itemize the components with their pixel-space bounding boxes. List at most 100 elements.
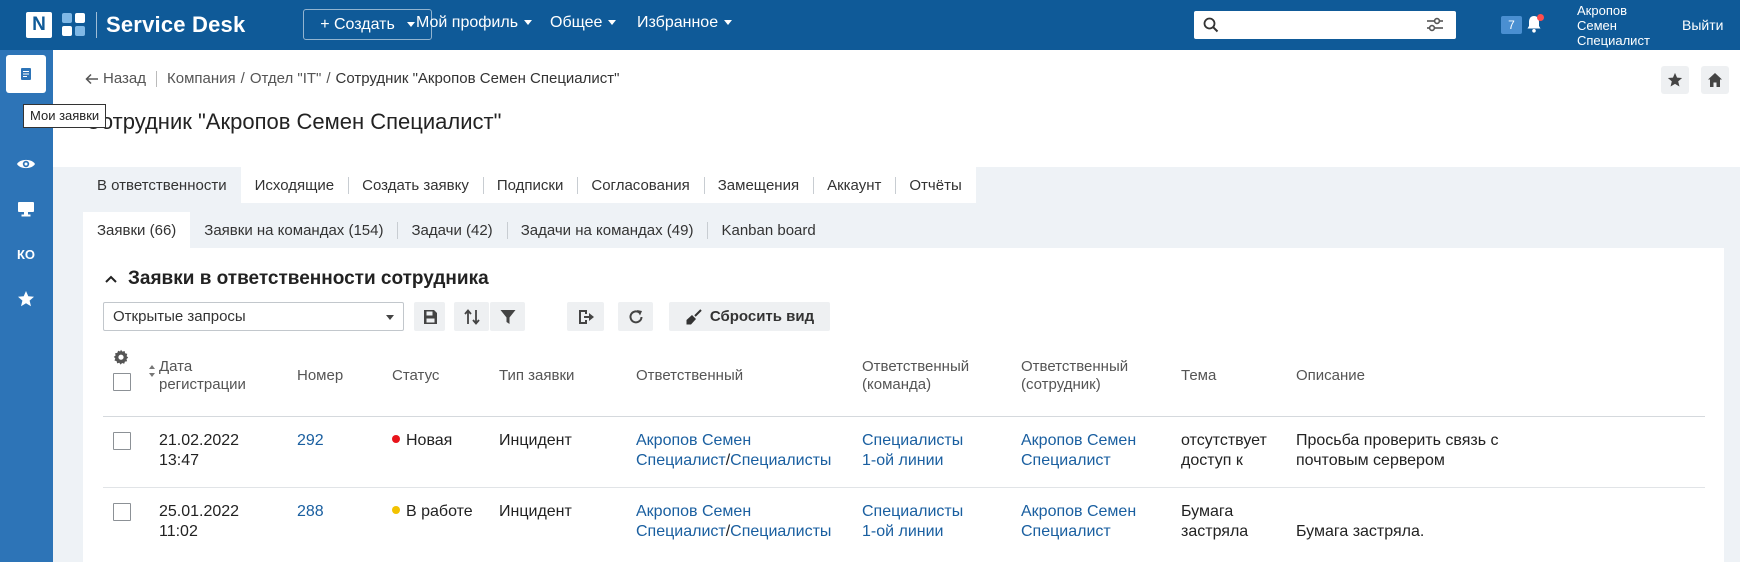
col-header-description[interactable]: Описание: [1296, 367, 1365, 385]
tab-account[interactable]: Аккаунт: [813, 167, 895, 203]
cell-number-link[interactable]: 292: [297, 431, 324, 451]
responsible-team-link[interactable]: Специалисты: [730, 452, 831, 469]
panel-header[interactable]: Заявки в ответственности сотрудника: [104, 268, 489, 290]
tab-label: Аккаунт: [827, 176, 882, 194]
cell-line: 25.01.2022: [159, 503, 240, 520]
sort-button[interactable]: [454, 302, 489, 331]
cell-line: доступ к: [1181, 452, 1243, 469]
tab-responsibility[interactable]: В ответственности: [83, 167, 241, 203]
nav-general-label: Общее: [550, 14, 603, 31]
save-view-button[interactable]: [414, 302, 445, 331]
select-all-checkbox[interactable]: [113, 373, 131, 391]
row-checkbox[interactable]: [113, 432, 131, 450]
col-header-responsible[interactable]: Ответственный: [636, 367, 743, 385]
responsible-user-link[interactable]: Акропов Семен: [636, 503, 751, 520]
logo-n-icon: N: [26, 12, 52, 38]
cell-line: 1-ой линии: [862, 452, 944, 469]
col-header-number[interactable]: Номер: [297, 367, 343, 385]
cell-resp-team-link[interactable]: Специалисты 1-ой линии: [862, 431, 963, 471]
subtab-tasks[interactable]: Задачи (42): [397, 212, 506, 248]
reset-view-button[interactable]: Сбросить вид: [669, 302, 830, 331]
cell-resp-employee-link[interactable]: Акропов Семен Специалист: [1021, 502, 1136, 542]
chevron-down-icon: [524, 20, 533, 26]
tab-reports[interactable]: Отчёты: [895, 167, 975, 203]
tab-outgoing[interactable]: Исходящие: [241, 167, 349, 203]
responsible-user-link[interactable]: Акропов Семен: [636, 432, 751, 449]
col-header-resp-team[interactable]: Ответственный (команда): [862, 358, 969, 394]
create-button[interactable]: + Создать: [303, 9, 432, 40]
col-header-date[interactable]: Дата регистрации: [159, 358, 246, 394]
user-profile-name[interactable]: Акропов Семен Специалист: [1577, 3, 1667, 48]
favorite-button[interactable]: [1661, 66, 1689, 94]
cell-number-link[interactable]: 288: [297, 502, 324, 522]
tab-create-request[interactable]: Создать заявку: [348, 167, 483, 203]
filter-select[interactable]: Открытые запросы: [103, 302, 404, 331]
breadcrumb-slash: /: [240, 70, 245, 87]
filter-settings-icon[interactable]: [1426, 17, 1444, 33]
sidebar-item-favorites[interactable]: [6, 280, 46, 318]
subtab-team-tasks[interactable]: Задачи на командах (49): [506, 212, 708, 248]
row-checkbox[interactable]: [113, 503, 131, 521]
back-link[interactable]: Назад: [85, 70, 146, 87]
cell-line: Акропов Семен: [636, 502, 831, 522]
col-header-resp-employee[interactable]: Ответственный (сотрудник): [1021, 358, 1128, 394]
notification-dot: [1537, 14, 1544, 21]
refresh-button[interactable]: [618, 302, 653, 331]
cell-line: Акропов Семен: [636, 431, 831, 451]
cell-resp-employee-link[interactable]: Акропов Семен Специалист: [1021, 431, 1136, 471]
save-icon: [423, 309, 437, 324]
breadcrumb-company[interactable]: Компания: [167, 70, 236, 87]
sidebar-item-watch[interactable]: [6, 145, 46, 183]
cell-resp-team-link[interactable]: Специалисты 1-ой линии: [862, 502, 963, 542]
cell-line: Специалист/Специалисты: [636, 451, 831, 471]
notification-count-badge[interactable]: 7: [1501, 16, 1522, 34]
logout-link[interactable]: Выйти: [1682, 17, 1723, 33]
cell-line: 13:47: [159, 452, 200, 469]
app-logo[interactable]: N Service Desk: [26, 12, 245, 38]
table-row[interactable]: 25.01.2022 11:02 288 В работе Инцидент А…: [103, 488, 1705, 558]
responsible-user-link[interactable]: Специалист: [636, 452, 726, 469]
tab-label: В ответственности: [97, 176, 227, 194]
sort-arrows-icon[interactable]: [148, 364, 156, 378]
subtab-kanban[interactable]: Kanban board: [707, 212, 829, 248]
nav-my-profile[interactable]: Мой профиль: [416, 14, 533, 32]
sidebar-item-my-requests[interactable]: [6, 55, 46, 93]
search-input[interactable]: [1224, 15, 1414, 35]
table-row[interactable]: 21.02.2022 13:47 292 Новая Инцидент Акро…: [103, 417, 1705, 488]
responsible-team-link[interactable]: Специалисты: [730, 523, 831, 540]
subtab-team-requests[interactable]: Заявки на командах (154): [190, 212, 397, 248]
gear-icon[interactable]: [113, 349, 129, 365]
subtab-label: Kanban board: [721, 221, 816, 239]
col-header-line: Дата: [159, 358, 193, 375]
nav-my-profile-label: Мой профиль: [416, 14, 519, 31]
cell-responsible: Акропов Семен Специалист/Специалисты: [636, 502, 831, 542]
col-header-topic[interactable]: Тема: [1181, 367, 1216, 385]
cell-topic: отсутствует доступ к: [1181, 431, 1267, 471]
export-button[interactable]: [567, 302, 604, 331]
breadcrumb-slash: /: [326, 70, 331, 87]
col-header-type[interactable]: Тип заявки: [499, 367, 574, 385]
subtab-label: Заявки на командах (154): [204, 221, 384, 239]
subtab-label: Заявки (66): [97, 221, 177, 239]
cell-line: Специалисты: [862, 432, 964, 449]
cell-line: Просьба проверить связь с: [1296, 432, 1499, 449]
chevron-down-icon: [386, 315, 394, 320]
col-header-status[interactable]: Статус: [392, 367, 439, 385]
sidebar-item-ko[interactable]: КО: [6, 235, 46, 273]
tab-substitutions[interactable]: Замещения: [703, 167, 813, 203]
tab-approvals[interactable]: Согласования: [577, 167, 703, 203]
cell-line: застряла: [1181, 523, 1249, 540]
tab-subscriptions[interactable]: Подписки: [482, 167, 578, 203]
subtab-requests[interactable]: Заявки (66): [83, 212, 191, 248]
nav-favorites-label: Избранное: [637, 14, 719, 31]
cell-date: 25.01.2022 11:02: [159, 502, 239, 542]
filter-button[interactable]: [490, 302, 525, 331]
breadcrumb-department[interactable]: Отдел "IT": [250, 70, 322, 87]
nav-general[interactable]: Общее: [550, 14, 617, 32]
col-header-line: (команда): [862, 376, 932, 393]
nav-favorites[interactable]: Избранное: [637, 14, 733, 32]
responsible-user-link[interactable]: Специалист: [636, 523, 726, 540]
sidebar-item-monitor[interactable]: [6, 190, 46, 228]
cell-description: Бумага застряла.: [1296, 502, 1424, 542]
home-button[interactable]: [1701, 66, 1729, 94]
